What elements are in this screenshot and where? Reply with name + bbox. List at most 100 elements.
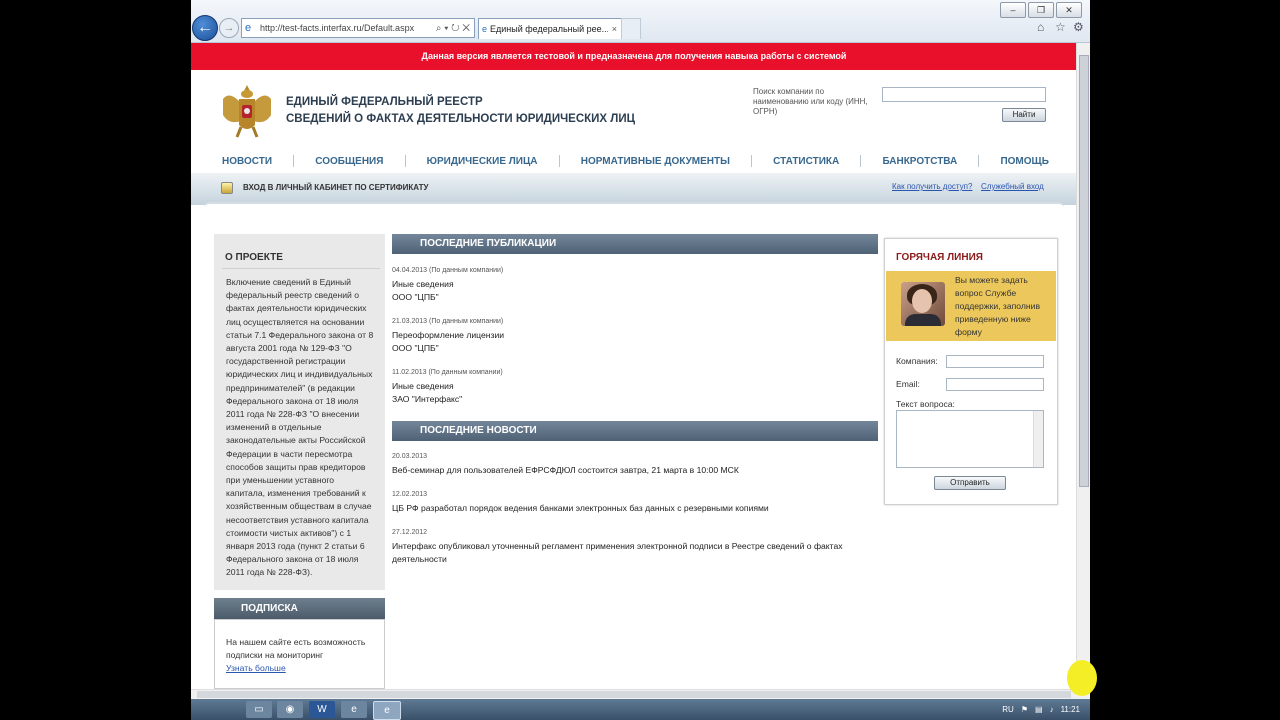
company-search-input[interactable]: [882, 87, 1046, 102]
nav-news[interactable]: НОВОСТИ: [222, 156, 272, 167]
publication-date: 21.03.2013 (По данным компании): [392, 318, 504, 325]
hotline-title: ГОРЯЧАЯ ЛИНИЯ: [896, 252, 983, 263]
about-text: Включение сведений в Единый федеральный …: [226, 277, 374, 578]
firefox-taskbar-icon[interactable]: ◉: [277, 701, 303, 718]
news-date: 12.02.2013: [392, 491, 428, 498]
learn-more-link[interactable]: Узнать больше: [226, 663, 286, 673]
title-line-2: СВЕДЕНИЙ О ФАКТАХ ДЕЯТЕЛЬНОСТИ ЮРИДИЧЕСК…: [286, 113, 636, 125]
publication-type[interactable]: Иные сведения: [392, 381, 454, 391]
certificate-login-link[interactable]: ВХОД В ЛИЧНЫЙ КАБИНЕТ ПО СЕРТИФИКАТУ: [243, 183, 428, 192]
back-button[interactable]: ←: [192, 15, 218, 41]
tab-close-icon[interactable]: ×: [612, 24, 617, 34]
news-item[interactable]: ЦБ РФ разработал порядок ведения банками…: [392, 502, 862, 515]
publication-type[interactable]: Иные сведения: [392, 279, 454, 289]
nav-legal-entities[interactable]: ЮРИДИЧЕСКИЕ ЛИЦА: [427, 156, 538, 167]
hotline-panel: ГОРЯЧАЯ ЛИНИЯ Вы можете задать вопрос Сл…: [884, 238, 1058, 505]
close-window-button[interactable]: ✕: [1056, 2, 1082, 18]
address-url[interactable]: http://test-facts.interfax.ru/Default.as…: [260, 23, 436, 33]
taskbar: ▭ ◉ W e e RU ⚑ ▤ ♪ 11:21: [191, 699, 1090, 720]
window-controls: – ❐ ✕: [1000, 2, 1082, 18]
certificate-lock-icon: [221, 182, 233, 194]
company-field[interactable]: [946, 355, 1044, 368]
scroll-thumb[interactable]: [1079, 55, 1089, 487]
new-tab-button[interactable]: [621, 18, 641, 39]
nav-bankruptcies[interactable]: БАНКРОТСТВА: [882, 156, 957, 167]
question-textarea[interactable]: [896, 410, 1044, 468]
tab-title: Единый федеральный рее...: [490, 24, 608, 34]
access-help-link[interactable]: Как получить доступ?: [892, 182, 972, 191]
nav-separator: [404, 155, 406, 167]
volume-icon[interactable]: ♪: [1050, 705, 1054, 714]
ie-tab-icon: e: [482, 24, 488, 34]
tools-gear-icon[interactable]: ⚙: [1073, 20, 1084, 34]
company-label: Компания:: [896, 356, 938, 366]
flag-icon[interactable]: ⚑: [1021, 705, 1028, 714]
coat-of-arms-emblem: [223, 85, 271, 138]
nav-separator: [860, 155, 862, 167]
ie-page-icon: e: [245, 22, 252, 34]
nav-separator: [293, 155, 295, 167]
find-button[interactable]: Найти: [1002, 108, 1046, 122]
news-date: 20.03.2013: [392, 453, 428, 460]
vertical-scrollbar[interactable]: [1076, 43, 1090, 689]
ie-active-taskbar-icon[interactable]: e: [373, 701, 401, 720]
about-title: О ПРОЕКТЕ: [225, 252, 283, 263]
nav-statistics[interactable]: СТАТИСТИКА: [773, 156, 839, 167]
send-button[interactable]: Отправить: [934, 476, 1006, 490]
language-indicator[interactable]: RU: [1002, 705, 1014, 714]
news-item[interactable]: Интерфакс опубликовал уточненный регламе…: [392, 540, 852, 566]
publication-company[interactable]: ООО "ЦПБ": [392, 343, 439, 353]
browser-toolbar: – ❐ ✕ ← → e http://test-facts.interfax.r…: [191, 0, 1090, 43]
hotline-text: Вы можете задать вопрос Службе поддержки…: [955, 275, 1041, 337]
news-date: 27.12.2012: [392, 529, 428, 536]
publication-company[interactable]: ЗАО "Интерфакс": [392, 394, 462, 404]
title-line-1: ЕДИНЫЙ ФЕДЕРАЛЬНЫЙ РЕЕСТР: [286, 96, 483, 108]
nav-separator: [751, 155, 753, 167]
browser-window: – ❐ ✕ ← → e http://test-facts.interfax.r…: [191, 0, 1090, 720]
email-field[interactable]: [946, 378, 1044, 391]
network-icon[interactable]: ▤: [1035, 705, 1043, 714]
registry-title: ЕДИНЫЙ ФЕДЕРАЛЬНЫЙ РЕЕСТР СВЕДЕНИЙ О ФАК…: [286, 94, 635, 128]
nav-regulatory-docs[interactable]: НОРМАТИВНЫЕ ДОКУМЕНТЫ: [581, 156, 730, 167]
maximize-button[interactable]: ❐: [1028, 2, 1054, 18]
clock[interactable]: 11:21: [1061, 705, 1080, 714]
cursor-highlight: [1067, 660, 1097, 696]
news-header: ПОСЛЕДНИЕ НОВОСТИ: [392, 421, 878, 441]
support-operator-avatar: [901, 282, 945, 326]
search-label: Поиск компании по наименованию или коду …: [753, 87, 868, 116]
publication-type[interactable]: Переоформление лицензии: [392, 330, 504, 340]
test-version-banner: Данная версия является тестовой и предна…: [191, 43, 1077, 70]
browser-tab[interactable]: e Единый федеральный рее... ×: [478, 18, 622, 39]
news-item[interactable]: Веб-семинар для пользователей ЕФРСФДЮЛ с…: [392, 464, 862, 477]
question-label: Текст вопроса:: [896, 399, 955, 409]
word-taskbar-icon[interactable]: W: [309, 701, 335, 718]
about-divider: [222, 268, 380, 269]
explorer-taskbar-icon[interactable]: ▭: [246, 701, 272, 718]
textarea-scrollbar[interactable]: [1033, 411, 1043, 467]
publications-header: ПОСЛЕДНИЕ ПУБЛИКАЦИИ: [392, 234, 878, 254]
publication-date: 11.02.2013 (По данным компании): [392, 369, 503, 376]
address-actions[interactable]: ⌕ ▾ ↻ ✕: [436, 23, 470, 34]
minimize-button[interactable]: –: [1000, 2, 1026, 18]
subscription-text: На нашем сайте есть возможность подписки…: [226, 637, 366, 660]
home-icon[interactable]: ⌂: [1037, 20, 1044, 34]
address-bar[interactable]: e http://test-facts.interfax.ru/Default.…: [241, 18, 475, 38]
nav-messages[interactable]: СООБЩЕНИЯ: [315, 156, 383, 167]
nav-separator: [978, 155, 980, 167]
page-viewport: Данная версия является тестовой и предна…: [191, 43, 1077, 689]
nav-help[interactable]: ПОМОЩЬ: [1000, 156, 1048, 167]
email-label: Email:: [896, 379, 920, 389]
system-tray: RU ⚑ ▤ ♪ 11:21: [1002, 699, 1080, 720]
ie-taskbar-icon[interactable]: e: [341, 701, 367, 718]
hscroll-thumb[interactable]: [197, 691, 1071, 698]
main-nav: НОВОСТИ СООБЩЕНИЯ ЮРИДИЧЕСКИЕ ЛИЦА НОРМА…: [205, 151, 1063, 171]
publication-company[interactable]: ООО "ЦПБ": [392, 292, 439, 302]
service-login-link[interactable]: Служебный вход: [981, 182, 1044, 191]
forward-button[interactable]: →: [219, 18, 239, 38]
publication-date: 04.04.2013 (По данным компании): [392, 267, 504, 274]
subscription-header: ПОДПИСКА: [214, 598, 385, 619]
favorites-star-icon[interactable]: ☆: [1055, 20, 1066, 34]
nav-separator: [558, 155, 560, 167]
about-panel: О ПРОЕКТЕ Включение сведений в Единый фе…: [214, 234, 385, 590]
subscription-panel: На нашем сайте есть возможность подписки…: [214, 619, 385, 689]
